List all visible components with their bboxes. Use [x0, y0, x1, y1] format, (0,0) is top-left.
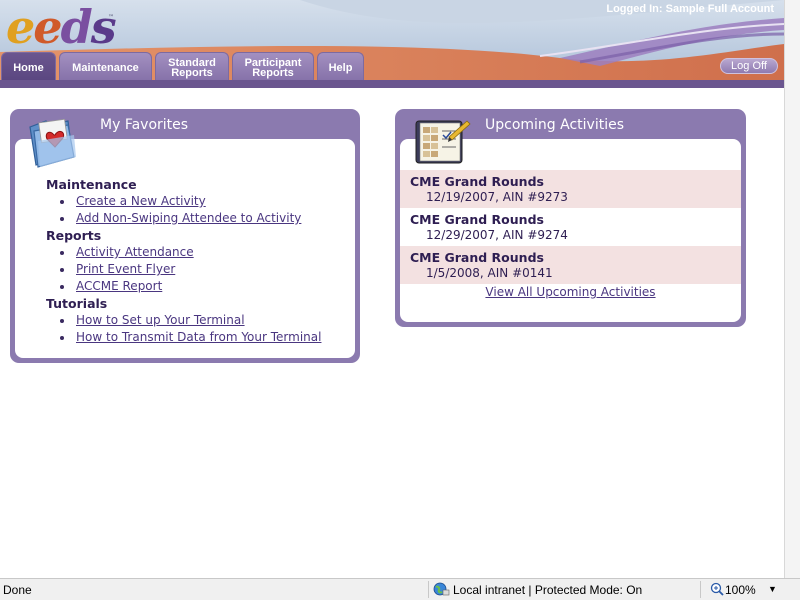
bullet-icon	[60, 217, 64, 221]
zoom-level[interactable]: 100%	[725, 583, 756, 597]
favorite-link-label: Create a New Activity	[76, 194, 206, 208]
activity-title: CME Grand Rounds	[410, 212, 544, 227]
logo-letter: e	[6, 0, 35, 54]
favorite-link-label: How to Transmit Data from Your Terminal	[76, 330, 322, 344]
logged-in-label: Logged In: Sample Full Account	[606, 3, 774, 15]
upcoming-activities-panel: Upcoming Activities CME Grand Rounds 12/…	[395, 109, 746, 327]
log-off-button[interactable]: Log Off	[720, 58, 778, 74]
tab-label-line2: Reports	[171, 66, 213, 79]
activity-detail: 1/5/2008, AIN #0141	[426, 266, 553, 280]
folder-heart-icon	[29, 118, 76, 168]
upcoming-activities-title: Upcoming Activities	[485, 117, 625, 133]
favorite-link-label: Add Non-Swiping Attendee to Activity	[76, 211, 302, 225]
tab-label-line1: Standard	[168, 56, 216, 69]
tab-label-line1: Participant	[244, 56, 302, 69]
tab-help[interactable]: Help	[317, 52, 364, 82]
checklist-notebook-icon	[415, 120, 471, 164]
favorites-body: Maintenance Create a New Activity Add No…	[15, 139, 355, 358]
tab-label: Maintenance	[72, 61, 139, 74]
favorite-link-label: Print Event Flyer	[76, 262, 176, 276]
bullet-icon	[60, 251, 64, 255]
favorites-section-heading: Maintenance	[46, 177, 137, 192]
zoom-magnifier-icon[interactable]	[710, 582, 724, 596]
view-all-upcoming-link[interactable]: View All Upcoming Activities	[400, 285, 741, 299]
activity-row[interactable]: CME Grand Rounds 12/29/2007, AIN #9274	[400, 208, 741, 246]
tab-home[interactable]: Home	[1, 52, 56, 82]
logo-trademark: ™	[108, 14, 114, 21]
logo-letter: d	[60, 0, 93, 54]
tab-participant-reports[interactable]: Participant Reports	[232, 52, 314, 82]
activity-title: CME Grand Rounds	[410, 174, 544, 189]
favorites-title: My Favorites	[100, 117, 189, 133]
status-divider	[700, 581, 701, 598]
favorites-section-heading: Reports	[46, 228, 102, 243]
favorite-link-add-attendee[interactable]: Add Non-Swiping Attendee to Activity	[46, 210, 321, 227]
browser-status-bar: Done Local intranet | Protected Mode: On…	[0, 578, 800, 600]
favorite-link-create-activity[interactable]: Create a New Activity	[46, 193, 321, 210]
status-text: Done	[3, 583, 32, 597]
zoom-dropdown-arrow-icon[interactable]: ▼	[768, 584, 777, 594]
favorites-list: Maintenance Create a New Activity Add No…	[46, 176, 321, 346]
activity-title: CME Grand Rounds	[410, 250, 544, 265]
app-header: eeds ™ Logged In: Sample Full Account Ho…	[0, 0, 784, 88]
favorite-link-print-flyer[interactable]: Print Event Flyer	[46, 261, 321, 278]
favorites-panel: My Favorites Maintenance Create a New Ac…	[10, 109, 360, 363]
favorite-link-label: ACCME Report	[76, 279, 163, 293]
eeds-logo[interactable]: eeds	[6, 0, 117, 54]
activity-detail: 12/29/2007, AIN #9274	[426, 228, 568, 242]
tab-label: Home	[13, 61, 44, 74]
bullet-icon	[60, 200, 64, 204]
security-zone-text[interactable]: Local intranet | Protected Mode: On	[453, 583, 642, 597]
tab-label: Help	[328, 61, 353, 74]
activity-row[interactable]: CME Grand Rounds 12/19/2007, AIN #9273	[400, 170, 741, 208]
activity-row[interactable]: CME Grand Rounds 1/5/2008, AIN #0141	[400, 246, 741, 284]
vertical-scrollbar[interactable]	[784, 0, 800, 578]
favorite-link-label: How to Set up Your Terminal	[76, 313, 245, 327]
tab-maintenance[interactable]: Maintenance	[59, 52, 152, 82]
favorite-link-setup-terminal[interactable]: How to Set up Your Terminal	[46, 312, 321, 329]
tab-standard-reports[interactable]: Standard Reports	[155, 52, 229, 82]
tab-label-line2: Reports	[252, 66, 294, 79]
favorite-link-activity-attendance[interactable]: Activity Attendance	[46, 244, 321, 261]
bullet-icon	[60, 319, 64, 323]
navbar-strip	[0, 80, 784, 88]
status-divider	[428, 581, 429, 598]
favorites-section-heading: Tutorials	[46, 296, 108, 311]
logo-letter: e	[33, 0, 62, 54]
logo-letter: s	[90, 0, 117, 54]
bullet-icon	[60, 336, 64, 340]
favorite-link-accme-report[interactable]: ACCME Report	[46, 278, 321, 295]
intranet-globe-icon	[433, 582, 450, 596]
activity-detail: 12/19/2007, AIN #9273	[426, 190, 568, 204]
bullet-icon	[60, 268, 64, 272]
favorite-link-transmit-data[interactable]: How to Transmit Data from Your Terminal	[46, 329, 321, 346]
bullet-icon	[60, 285, 64, 289]
favorite-link-label: Activity Attendance	[76, 245, 194, 259]
